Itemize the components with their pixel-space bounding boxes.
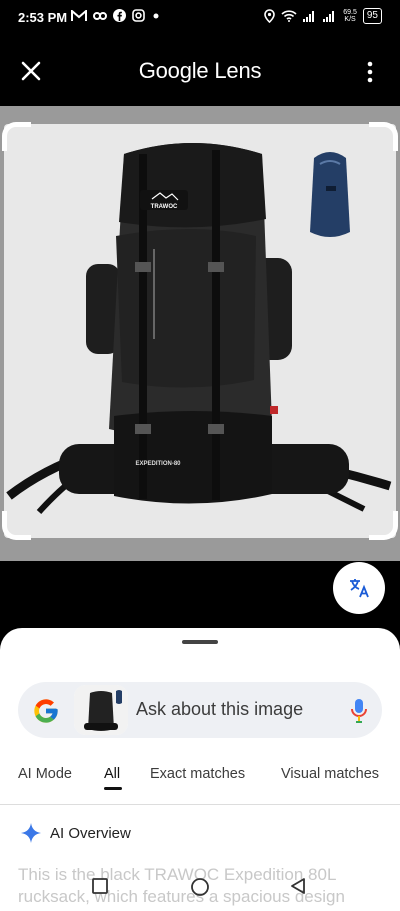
recent-apps-icon[interactable]: [91, 877, 109, 895]
net-speed: 69.5 K/S: [343, 9, 357, 23]
translate-button[interactable]: [333, 562, 385, 614]
notification-icons: [71, 9, 161, 22]
active-tab-indicator: [104, 787, 122, 790]
frame-corner-bottom-left[interactable]: [2, 511, 31, 540]
backpack-image: TRAWOC EXPEDITION-80: [6, 143, 392, 514]
home-icon[interactable]: [190, 877, 210, 897]
frame-corner-top-left[interactable]: [2, 122, 31, 151]
google-logo-icon: [34, 699, 58, 723]
brand-label: TRAWOC: [151, 204, 178, 210]
instagram-icon: [132, 9, 145, 22]
back-icon[interactable]: [289, 877, 307, 895]
tab-exact-matches[interactable]: Exact matches: [150, 766, 245, 782]
results-tabs: AI Mode All Exact matches Visual matches: [0, 764, 400, 805]
microphone-icon[interactable]: [350, 698, 368, 724]
image-area: TRAWOC EXPEDITION-80: [0, 106, 400, 561]
thumbnail-backpack-image: [74, 685, 128, 735]
sparkle-icon: [21, 823, 41, 843]
selection-frame[interactable]: TRAWOC EXPEDITION-80: [2, 122, 398, 540]
tab-all[interactable]: All: [104, 766, 120, 782]
tab-visual-matches[interactable]: Visual matches: [281, 766, 379, 782]
signal-icon: [303, 11, 315, 22]
model-label: EXPEDITION-80: [135, 461, 181, 467]
wifi-icon: [281, 10, 297, 22]
search-bar[interactable]: Ask about this image: [18, 682, 382, 738]
status-time: 2:53 PM: [18, 10, 68, 25]
status-right: 69.5 K/S 95: [264, 8, 382, 24]
frame-corner-bottom-right[interactable]: [369, 511, 398, 540]
battery-indicator: 95: [362, 8, 382, 24]
more-options-icon[interactable]: [364, 60, 376, 84]
frame-corner-top-right[interactable]: [369, 122, 398, 151]
link-icon: [93, 11, 107, 20]
translate-icon: [350, 579, 369, 598]
net-speed-value: 69.5: [343, 9, 357, 16]
search-placeholder: Ask about this image: [136, 699, 304, 719]
gmail-icon: [71, 9, 87, 21]
drag-handle[interactable]: [182, 640, 218, 644]
ai-overview-label: AI Overview: [50, 824, 131, 842]
status-bar: 2:53 PM 69.5 K/S 95: [0, 0, 400, 36]
signal-icon-2: [323, 11, 335, 22]
results-sheet: Ask about this image AI Mode All Exact m…: [0, 628, 400, 911]
facebook-icon: [113, 9, 126, 22]
app-title: Google Lens: [138, 58, 262, 83]
image-thumbnail[interactable]: [74, 685, 128, 735]
tab-ai-mode[interactable]: AI Mode: [18, 766, 72, 782]
ai-overview-header[interactable]: AI Overview: [20, 822, 131, 844]
system-nav-bar: [0, 865, 400, 911]
net-speed-unit: K/S: [344, 16, 356, 23]
location-icon: [264, 9, 276, 23]
dot-icon: [153, 13, 159, 18]
app-bar: Google Lens: [0, 36, 400, 106]
